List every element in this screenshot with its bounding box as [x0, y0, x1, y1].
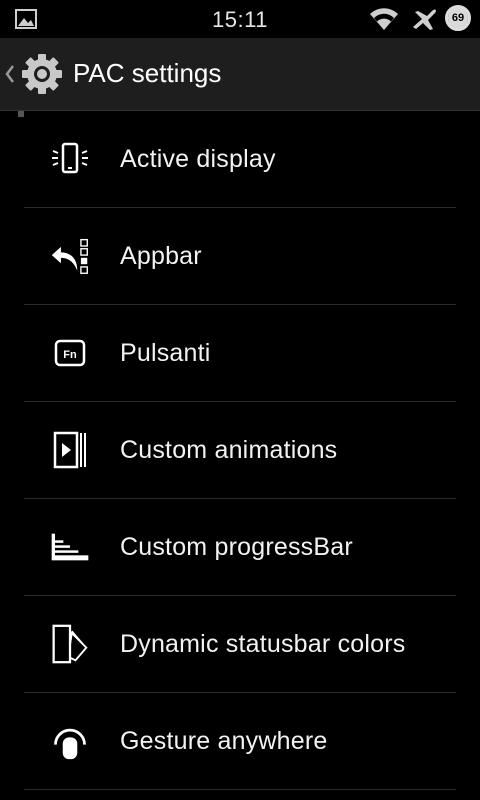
list-item-appbar[interactable]: Appbar	[24, 208, 456, 305]
active-display-icon	[50, 139, 90, 179]
settings-list: Active display Appbar Fn Pulsanti Custom…	[0, 111, 480, 790]
fn-key-icon: Fn	[50, 333, 90, 373]
list-item-pulsanti[interactable]: Fn Pulsanti	[24, 305, 456, 402]
battery-level: 69	[448, 7, 468, 29]
list-item-active-display[interactable]: Active display	[24, 111, 456, 208]
list-item-dynamic-statusbar-colors[interactable]: Dynamic statusbar colors	[24, 596, 456, 693]
item-label: Custom animations	[120, 436, 338, 464]
status-bar: 15:11 69	[0, 0, 480, 38]
progressbar-icon	[50, 527, 90, 567]
battery-icon: 69	[445, 5, 471, 31]
gesture-icon	[50, 721, 90, 761]
item-label: Active display	[120, 145, 276, 173]
list-item-gesture-anywhere[interactable]: Gesture anywhere	[24, 693, 456, 790]
color-swatch-icon	[50, 624, 90, 664]
wifi-icon	[370, 8, 398, 30]
chevron-left-icon[interactable]	[4, 62, 16, 86]
item-label: Custom progressBar	[120, 533, 353, 561]
status-time: 15:11	[212, 7, 268, 32]
gear-icon[interactable]	[20, 52, 64, 96]
item-label: Dynamic statusbar colors	[120, 630, 406, 658]
svg-text:Fn: Fn	[63, 349, 77, 361]
appbar-icon	[50, 236, 90, 276]
airplane-icon	[413, 9, 436, 30]
animation-icon	[50, 430, 90, 470]
item-label: Pulsanti	[120, 339, 211, 367]
list-item-custom-animations[interactable]: Custom animations	[24, 402, 456, 499]
action-bar: PAC settings	[0, 38, 480, 111]
item-label: Appbar	[120, 242, 202, 270]
list-item-custom-progressbar[interactable]: Custom progressBar	[24, 499, 456, 596]
item-label: Gesture anywhere	[120, 727, 328, 755]
page-title: PAC settings	[73, 58, 222, 88]
